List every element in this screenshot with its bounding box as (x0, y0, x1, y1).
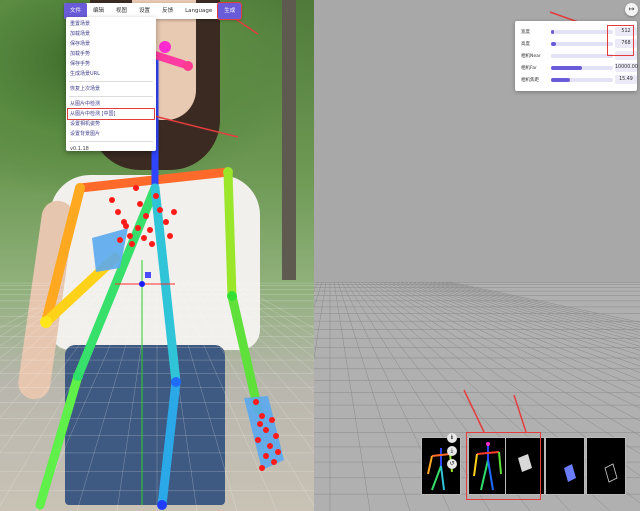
menu-generate[interactable]: 生成 (217, 2, 243, 20)
camera-far-label: 相机Far (521, 66, 537, 71)
collapse-panel-icon[interactable]: ↦ (625, 3, 638, 16)
dimension-highlight-box (607, 25, 634, 56)
preview-thumbnail-hand-canny[interactable] (586, 437, 626, 495)
height-slider-fill (551, 42, 556, 46)
menu-item-load-gesture[interactable]: 加载手势 (66, 49, 156, 59)
refresh-icon[interactable]: ↺ (447, 459, 457, 469)
camera-focal-slider-fill (551, 78, 570, 82)
file-dropdown-menu: 重置场景 加载场景 保存场景 加载手势 保存手势 生成场景URL 恢复上次场景 … (66, 17, 156, 152)
camera-focal-label: 相机焦距 (521, 78, 539, 83)
width-label: 宽度 (521, 30, 530, 35)
camera-focal-row: 相机焦距 15.49 (521, 75, 637, 85)
camera-focal-slider[interactable] (551, 78, 613, 82)
menu-feedback[interactable]: 反馈 (156, 3, 179, 19)
menu-item-reset-scene[interactable]: 重置场景 (66, 19, 156, 29)
menu-language[interactable]: Language (179, 3, 218, 19)
preview-thumbnail-hand-normal[interactable] (545, 437, 585, 495)
menu-item-restore-scene[interactable]: 恢复上次场景 (66, 84, 156, 94)
camera-near-slider[interactable] (551, 54, 613, 58)
preview-hand-canny-drawing (604, 463, 618, 483)
height-slider[interactable] (551, 42, 613, 46)
menu-divider (69, 96, 153, 97)
menu-divider (69, 81, 153, 82)
width-slider[interactable] (551, 30, 613, 34)
menu-divider (69, 141, 153, 142)
version-label: v0.1.18 (70, 146, 89, 152)
height-label: 高度 (521, 42, 530, 47)
menu-item-detect-from-image-china[interactable]: 从图片中检测 [中国] (67, 108, 155, 120)
camera-focal-input[interactable]: 15.49 (615, 75, 637, 84)
menu-item-generate-url[interactable]: 生成场景URL (66, 69, 156, 79)
preview-highlight-box (466, 432, 541, 500)
preview-hand-normal-drawing (564, 464, 576, 482)
camera-far-row: 相机Far 10000.00 (521, 63, 638, 73)
camera-far-input[interactable]: 10000.00 (615, 63, 638, 72)
width-slider-fill (551, 30, 555, 34)
download-icon[interactable]: ⤓ (447, 446, 457, 456)
camera-far-slider[interactable] (551, 66, 613, 70)
menu-item-set-background[interactable]: 设置背景图片 (66, 129, 156, 139)
menu-item-save-scene[interactable]: 保存场景 (66, 39, 156, 49)
menu-item-load-scene[interactable]: 加载场景 (66, 29, 156, 39)
menu-item-save-gesture[interactable]: 保存手势 (66, 59, 156, 69)
info-icon[interactable]: ℹ (447, 433, 457, 443)
camera-near-label: 相机Near (521, 54, 541, 59)
menu-item-detect-from-image[interactable]: 从图片中检测 (66, 99, 156, 109)
camera-far-slider-fill (551, 66, 582, 70)
preview-toolbar: ℹ ⤓ ↺ (447, 433, 458, 469)
menu-item-set-camera-pose[interactable]: 设置相机姿势 (66, 119, 156, 129)
